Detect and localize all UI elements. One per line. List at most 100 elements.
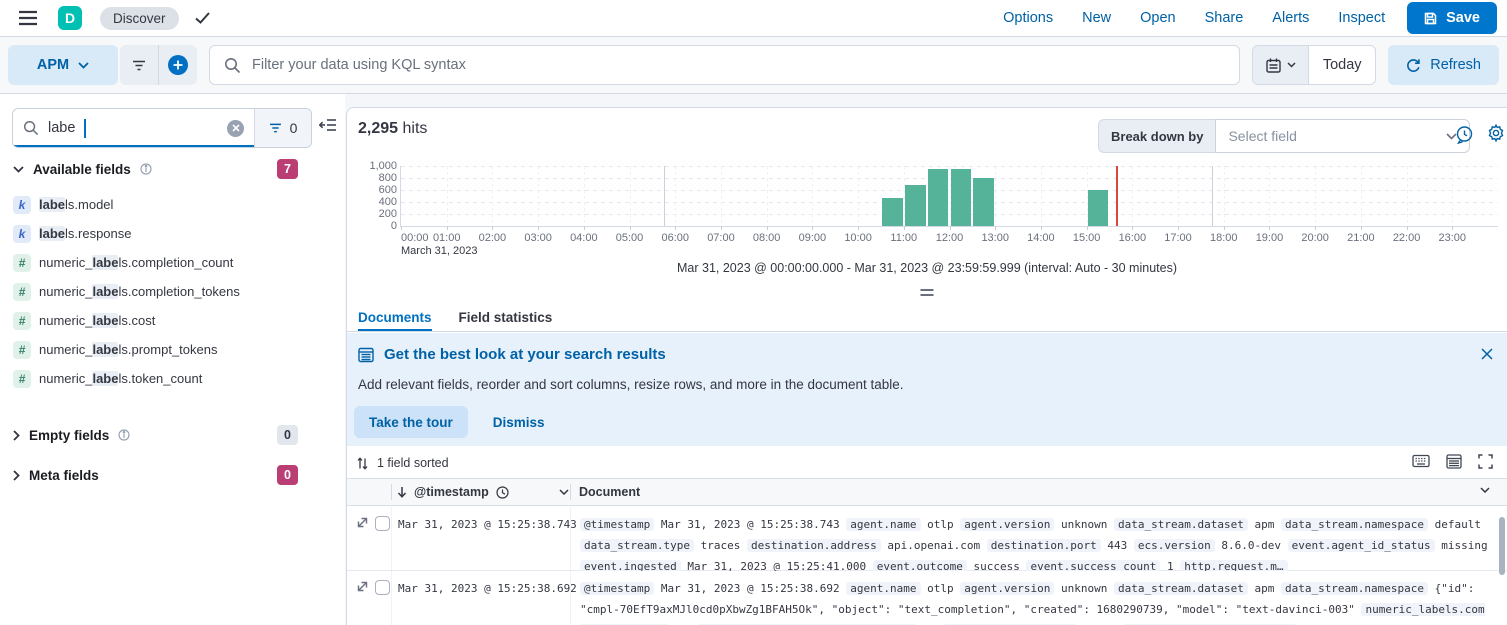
field-chip: numeric_labels.completion_count [580, 603, 1485, 625]
field-chip: agent.name [846, 582, 920, 595]
date-range-label[interactable]: Today [1309, 46, 1375, 84]
field-name: labels.model [39, 197, 113, 212]
time-range-caption: Mar 31, 2023 @ 00:00:00.000 - Mar 31, 20… [347, 261, 1507, 275]
nav-link-open[interactable]: Open [1140, 10, 1175, 26]
keyboard-icon[interactable] [1412, 454, 1430, 469]
histogram-bar-11:30[interactable] [928, 169, 949, 226]
field-chip: @timestamp [580, 518, 654, 531]
section-empty-fields[interactable]: Empty fields 0 [13, 424, 333, 446]
x-gridline [584, 166, 585, 226]
resize-handle[interactable] [921, 289, 934, 296]
histogram-bar-10:30[interactable] [882, 198, 903, 226]
nav-link-options[interactable]: Options [1003, 10, 1053, 26]
nav-link-alerts[interactable]: Alerts [1272, 10, 1309, 26]
available-fields-count-badge: 7 [277, 159, 298, 179]
kql-query-input[interactable]: Filter your data using KQL syntax [209, 45, 1240, 85]
expand-document-icon[interactable] [356, 580, 369, 593]
x-tick [492, 226, 493, 230]
row-density-icon[interactable] [1446, 454, 1462, 469]
x-gridline [538, 166, 539, 226]
field-item-numeric_labels.cost[interactable]: #numeric_labels.cost [13, 306, 333, 335]
empty-fields-count-badge: 0 [277, 425, 298, 445]
field-item-numeric_labels.prompt_tokens[interactable]: #numeric_labels.prompt_tokens [13, 335, 333, 364]
expand-document-icon[interactable] [356, 516, 369, 529]
date-quick-select-button[interactable] [1253, 46, 1309, 84]
document-cell[interactable]: @timestamp Mar 31, 2023 @ 15:25:38.692 a… [580, 578, 1491, 625]
nav-link-share[interactable]: Share [1205, 10, 1244, 26]
x-tick [401, 226, 402, 230]
top-menu: Options New Open Share Alerts Inspect [1003, 10, 1385, 26]
field-search-input[interactable]: labe [13, 109, 254, 147]
column-header-timestamp[interactable]: @timestamp [397, 479, 569, 505]
histogram-bar-11:00[interactable] [905, 185, 926, 226]
space-avatar[interactable]: D [58, 6, 82, 30]
take-the-tour-button[interactable]: Take the tour [354, 406, 468, 438]
field-filter-button[interactable]: 0 [254, 109, 311, 147]
table-row: Mar 31, 2023 @ 15:25:38.692 @timestamp Ma… [347, 571, 1507, 625]
saved-query-menu-button[interactable] [120, 45, 158, 85]
chevron-down-icon[interactable] [1480, 487, 1490, 493]
fullscreen-icon[interactable] [1478, 454, 1493, 469]
row-checkbox[interactable] [375, 580, 390, 595]
menu-hamburger-icon[interactable] [18, 10, 38, 26]
collapse-sidebar-icon[interactable] [319, 118, 337, 132]
histogram-bar-15:00[interactable] [1088, 190, 1109, 226]
timestamp-cell[interactable]: Mar 31, 2023 @ 15:25:38.692 [398, 578, 568, 599]
keyword-field-icon: k [13, 225, 31, 243]
timestamp-cell[interactable]: Mar 31, 2023 @ 15:25:38.743 [398, 514, 568, 535]
column-header-document[interactable]: Document [579, 479, 640, 505]
search-icon [23, 120, 39, 136]
x-tick [1361, 226, 1362, 230]
field-item-numeric_labels.completion_tokens[interactable]: #numeric_labels.completion_tokens [13, 277, 333, 306]
x-gridline [1224, 166, 1225, 226]
x-tick [1178, 226, 1179, 230]
nav-link-new[interactable]: New [1082, 10, 1111, 26]
field-item-numeric_labels.token_count[interactable]: #numeric_labels.token_count [13, 364, 333, 393]
x-gridline [1269, 166, 1270, 226]
breadcrumb[interactable]: Discover [100, 7, 179, 30]
sort-fields-button[interactable]: 1 field sorted [347, 451, 449, 475]
field-item-numeric_labels.completion_count[interactable]: #numeric_labels.completion_count [13, 248, 333, 277]
number-field-icon: # [13, 283, 31, 301]
refresh-button[interactable]: Refresh [1388, 45, 1499, 85]
histogram-bar-12:00[interactable] [951, 169, 972, 226]
query-toolbar: APM Filter your data using KQL synt [0, 37, 1507, 94]
tab-field-statistics[interactable]: Field statistics [459, 304, 553, 331]
section-meta-fields[interactable]: Meta fields 0 [13, 464, 333, 486]
histogram-chart[interactable]: March 31, 2023 02004006008001,00000:0001… [400, 166, 1498, 227]
callout-actions: Take the tour Dismiss [354, 406, 545, 438]
dismiss-button[interactable]: Dismiss [493, 415, 545, 430]
x-tick-label: 17:00 [1164, 233, 1192, 244]
field-search-value: labe [48, 120, 75, 136]
y-tick-label: 800 [351, 173, 397, 184]
section-available-fields[interactable]: Available fields 7 [13, 158, 333, 180]
field-chip: data_stream.namespace [1281, 582, 1428, 595]
close-icon[interactable] [1481, 348, 1493, 360]
save-button[interactable]: Save [1407, 2, 1497, 34]
x-tick-label: 08:00 [753, 233, 781, 244]
x-axis-date-label: March 31, 2023 [401, 246, 477, 257]
field-item-labels.response[interactable]: klabels.response [13, 219, 333, 248]
document-cell[interactable]: @timestamp Mar 31, 2023 @ 15:25:38.743 a… [580, 514, 1491, 577]
x-tick-label: 04:00 [570, 233, 598, 244]
x-tick-label: 07:00 [707, 233, 735, 244]
filter-lines-icon [269, 123, 282, 133]
row-checkbox[interactable] [375, 516, 390, 531]
gear-icon[interactable] [1487, 124, 1505, 142]
nav-link-inspect[interactable]: Inspect [1338, 10, 1385, 26]
chevron-down-icon[interactable] [559, 489, 569, 495]
chart-options-assistant-icon[interactable] [1455, 125, 1474, 144]
x-tick-label: 22:00 [1393, 233, 1421, 244]
vertical-scrollbar[interactable] [1499, 517, 1505, 575]
hits-counter: 2,295 hits [358, 120, 427, 138]
add-filter-button[interactable] [159, 45, 197, 85]
field-chip: destination.port [987, 539, 1101, 552]
field-item-labels.model[interactable]: klabels.model [13, 190, 333, 219]
clear-search-icon[interactable] [227, 120, 244, 137]
x-gridline [721, 166, 722, 226]
tab-documents[interactable]: Documents [358, 304, 432, 331]
info-icon [140, 163, 152, 175]
breakdown-select[interactable]: Select field [1215, 119, 1470, 153]
histogram-bar-12:30[interactable] [973, 178, 994, 226]
data-view-picker[interactable]: APM [8, 45, 118, 85]
